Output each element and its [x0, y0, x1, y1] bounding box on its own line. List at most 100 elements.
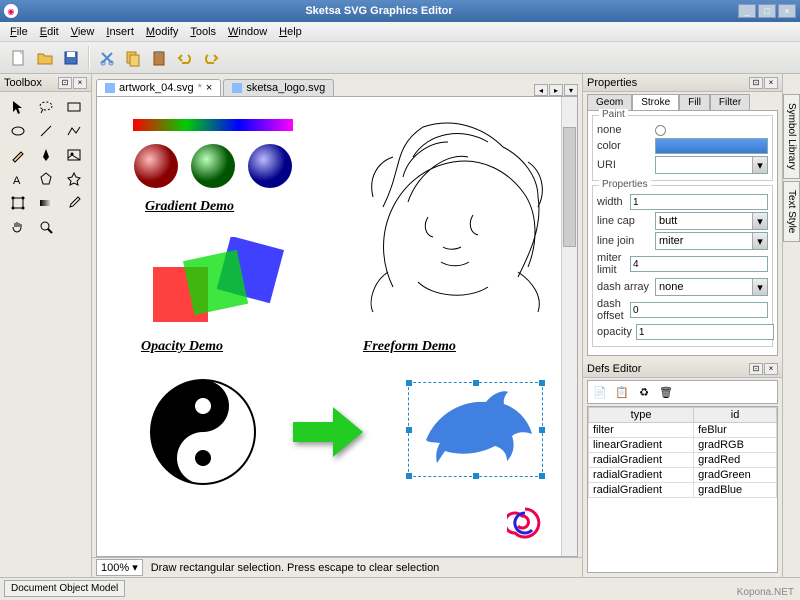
ellipse-tool[interactable]: [5, 120, 31, 142]
panel-dock-button[interactable]: ⊡: [749, 363, 763, 375]
paint-uri-label: URI: [597, 159, 651, 171]
side-tab-symbol[interactable]: Symbol Library: [783, 94, 800, 179]
text-tool[interactable]: A: [5, 168, 31, 190]
linejoin-select[interactable]: miter▾: [655, 232, 768, 250]
tab-logo[interactable]: sketsa_logo.svg: [223, 79, 334, 96]
defs-col-type[interactable]: type: [589, 408, 694, 423]
rectangle-tool[interactable]: [61, 96, 87, 118]
defs-copy-button[interactable]: 📋: [613, 383, 631, 401]
star-tool[interactable]: [61, 168, 87, 190]
tab-menu-button[interactable]: ▾: [564, 84, 578, 96]
save-button[interactable]: [59, 46, 83, 70]
paint-fieldset: Paint none color URI▾: [592, 115, 773, 181]
cut-button[interactable]: [95, 46, 119, 70]
menu-tools[interactable]: Tools: [184, 24, 222, 40]
lasso-tool[interactable]: [33, 96, 59, 118]
zoom-selector[interactable]: 100% ▾: [96, 559, 143, 576]
open-button[interactable]: [33, 46, 57, 70]
defs-refresh-button[interactable]: ♻: [635, 383, 653, 401]
opacity-shapes: [143, 237, 303, 337]
menu-file[interactable]: File: [4, 24, 34, 40]
close-button[interactable]: ×: [778, 4, 796, 18]
toolbox-title: Toolbox: [4, 77, 57, 89]
svg-text:A: A: [13, 175, 21, 187]
paint-uri-select[interactable]: ▾: [655, 156, 768, 174]
polygon-tool[interactable]: [33, 168, 59, 190]
opacity-input[interactable]: [636, 324, 774, 340]
menu-help[interactable]: Help: [273, 24, 308, 40]
tab-dirty-indicator: *: [198, 82, 202, 94]
defs-row[interactable]: radialGradientgradGreen: [589, 468, 777, 483]
defs-row[interactable]: filterfeBlur: [589, 423, 777, 438]
gradient-spheres: [128, 141, 298, 191]
defs-table: typeid filterfeBlur linearGradientgradRG…: [588, 407, 777, 498]
eyedropper-tool[interactable]: [61, 192, 87, 214]
menu-window[interactable]: Window: [222, 24, 273, 40]
svg-file-icon: [105, 83, 115, 93]
scrollbar-thumb[interactable]: [563, 127, 576, 247]
dom-button[interactable]: Document Object Model: [4, 580, 125, 597]
panel-dock-button[interactable]: ⊡: [58, 77, 72, 89]
stroke-color-swatch[interactable]: [655, 138, 768, 154]
width-input[interactable]: [630, 194, 768, 210]
tab-fill[interactable]: Fill: [679, 94, 710, 110]
maximize-button[interactable]: □: [758, 4, 776, 18]
tab-prev-button[interactable]: ◂: [534, 84, 548, 96]
menu-modify[interactable]: Modify: [140, 24, 184, 40]
defs-col-id[interactable]: id: [694, 408, 777, 423]
spiral-logo: [507, 505, 543, 541]
polyline-tool[interactable]: [61, 120, 87, 142]
defs-row[interactable]: linearGradientgradRGB: [589, 438, 777, 453]
tab-close-icon[interactable]: ×: [206, 82, 212, 94]
toolbox-header: Toolbox ⊡ ×: [0, 74, 91, 92]
copy-button[interactable]: [121, 46, 145, 70]
menu-edit[interactable]: Edit: [34, 24, 65, 40]
image-tool[interactable]: [61, 144, 87, 166]
new-button[interactable]: [7, 46, 31, 70]
tab-label: artwork_04.svg: [119, 82, 194, 94]
paint-none-radio[interactable]: [655, 125, 666, 136]
opacity-label: opacity: [597, 326, 632, 338]
menu-view[interactable]: View: [65, 24, 101, 40]
tab-stroke[interactable]: Stroke: [632, 94, 679, 110]
vertical-scrollbar[interactable]: [561, 97, 577, 556]
gradient-tool[interactable]: [33, 192, 59, 214]
defs-delete-button[interactable]: 🗑: [657, 383, 675, 401]
panel-close-button[interactable]: ×: [73, 77, 87, 89]
menu-insert[interactable]: Insert: [100, 24, 140, 40]
tab-filter[interactable]: Filter: [710, 94, 750, 110]
panel-close-button[interactable]: ×: [764, 363, 778, 375]
defs-new-button[interactable]: 📄: [591, 383, 609, 401]
panel-dock-button[interactable]: ⊡: [749, 77, 763, 89]
panel-close-button[interactable]: ×: [764, 77, 778, 89]
tab-geom[interactable]: Geom: [587, 94, 632, 110]
selection-tool[interactable]: [5, 96, 31, 118]
side-tab-text[interactable]: Text Style: [783, 181, 800, 242]
statusbar: 100% ▾ Draw rectangular selection. Press…: [92, 557, 582, 577]
tab-artwork[interactable]: artwork_04.svg * ×: [96, 79, 221, 96]
dashoffset-input[interactable]: [630, 302, 768, 318]
linecap-label: line cap: [597, 215, 651, 227]
redo-button[interactable]: [199, 46, 223, 70]
defs-row[interactable]: radialGradientgradRed: [589, 453, 777, 468]
line-tool[interactable]: [33, 120, 59, 142]
linecap-select[interactable]: butt▾: [655, 212, 768, 230]
hand-tool[interactable]: [5, 216, 31, 238]
properties-header: Properties ⊡ ×: [583, 74, 782, 92]
watermark: Kopona.NET: [737, 587, 794, 598]
status-hint: Draw rectangular selection. Press escape…: [151, 562, 440, 574]
zoom-tool[interactable]: [33, 216, 59, 238]
dasharray-select[interactable]: none▾: [655, 278, 768, 296]
paste-button[interactable]: [147, 46, 171, 70]
tab-next-button[interactable]: ▸: [549, 84, 563, 96]
undo-button[interactable]: [173, 46, 197, 70]
miterlimit-input[interactable]: [630, 256, 768, 272]
freeform-demo-label: Freeform Demo: [363, 339, 456, 355]
props-legend: Properties: [599, 179, 651, 190]
pencil-tool[interactable]: [5, 144, 31, 166]
minimize-button[interactable]: _: [738, 4, 756, 18]
defs-row[interactable]: radialGradientgradBlue: [589, 483, 777, 498]
transform-tool[interactable]: [5, 192, 31, 214]
canvas[interactable]: Gradient Demo Opacity Demo: [96, 96, 578, 557]
pen-tool[interactable]: [33, 144, 59, 166]
